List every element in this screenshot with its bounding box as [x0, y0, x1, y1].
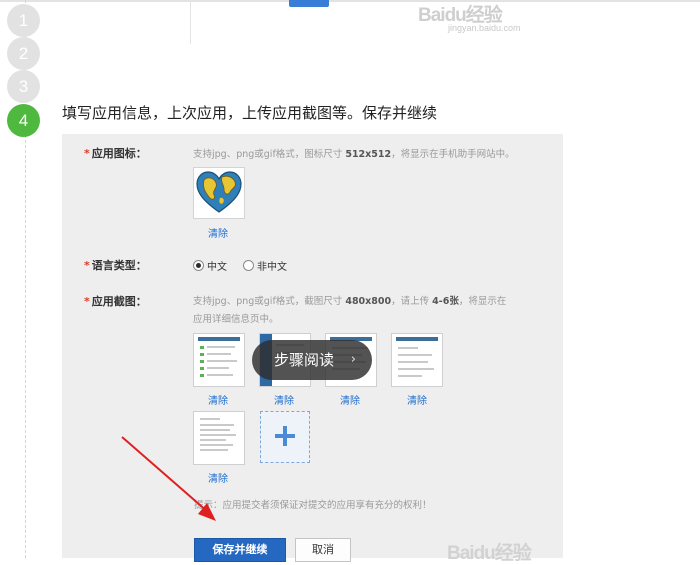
- red-arrow-annotation: [121, 436, 216, 521]
